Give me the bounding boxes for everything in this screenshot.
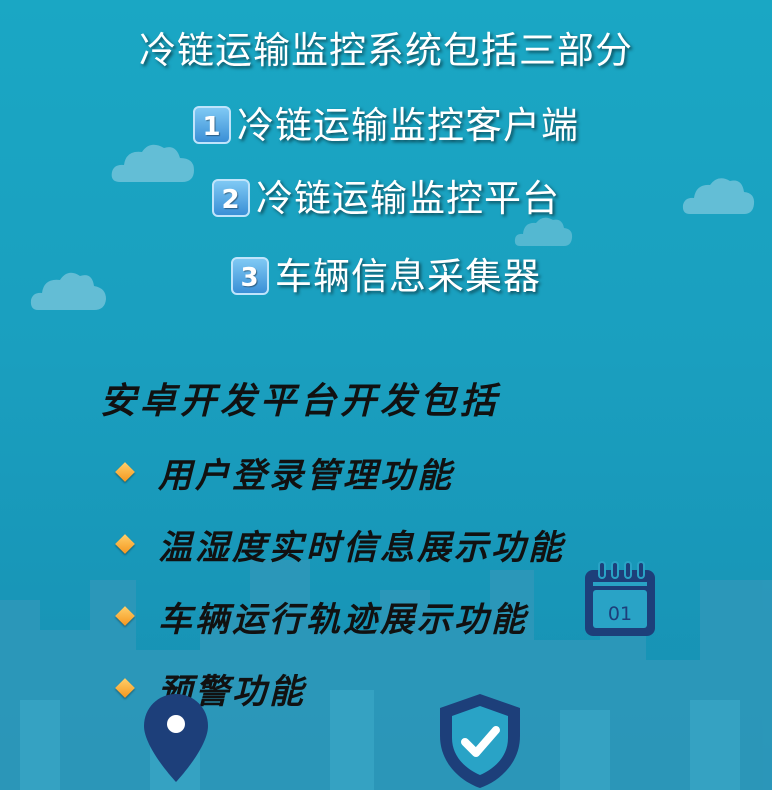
calendar-icon: [585, 561, 655, 636]
component-item-platform: 2 冷链运输监控平台: [0, 168, 772, 222]
list-item: 温湿度实时信息展示功能: [115, 508, 565, 580]
list-item: 用户登录管理功能: [115, 436, 565, 508]
component-label: 冷链运输监控客户端: [237, 104, 579, 147]
location-pin-icon: [144, 694, 208, 782]
number-badge: 2: [212, 178, 250, 217]
feature-label: 温湿度实时信息展示功能: [158, 527, 565, 568]
diamond-bullet-icon: [115, 678, 135, 698]
list-item: 车辆运行轨迹展示功能: [115, 580, 565, 652]
calendar-day: 01: [607, 603, 633, 625]
feature-list: 用户登录管理功能 温湿度实时信息展示功能 车辆运行轨迹展示功能 预警功能: [115, 436, 565, 724]
component-label: 车辆信息采集器: [275, 255, 541, 298]
component-item-collector: 3 车辆信息采集器: [0, 246, 772, 300]
feature-label: 用户登录管理功能: [158, 455, 454, 496]
infographic: 冷链运输监控系统包括三部分 1 冷链运输监控客户端 2 冷链运输监控平台 3 车辆信息…: [0, 0, 772, 790]
component-item-client: 1 冷链运输监控客户端: [0, 95, 772, 149]
section-heading: 安卓开发平台开发包括: [100, 380, 501, 422]
number-badge: 3: [231, 256, 269, 295]
page-title: 冷链运输监控系统包括三部分: [139, 29, 633, 72]
component-label: 冷链运输监控平台: [256, 177, 560, 220]
number-badge: 1: [193, 105, 231, 144]
diamond-bullet-icon: [115, 606, 135, 626]
shield-check-icon: [440, 694, 520, 788]
diamond-bullet-icon: [115, 534, 135, 554]
feature-label: 车辆运行轨迹展示功能: [158, 599, 528, 640]
diamond-bullet-icon: [115, 462, 135, 482]
